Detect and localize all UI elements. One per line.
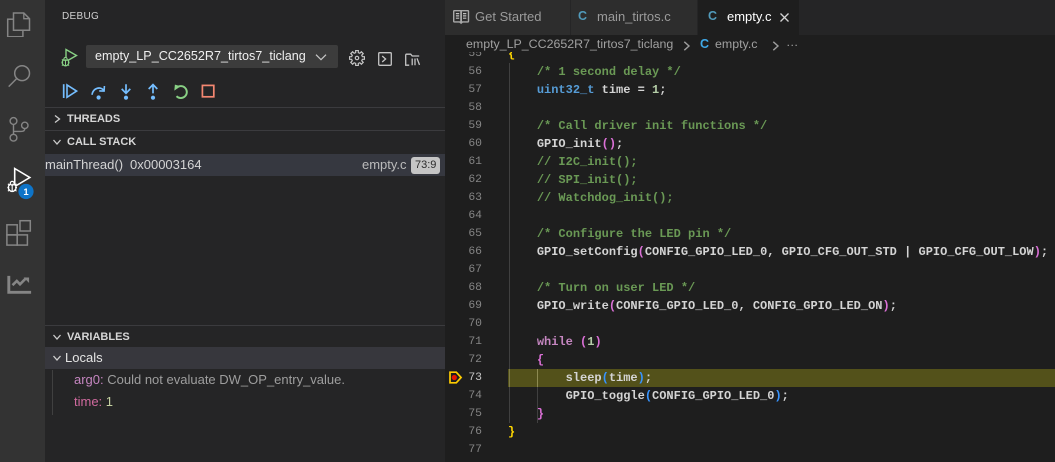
svg-text:1: 1 <box>23 187 29 198</box>
